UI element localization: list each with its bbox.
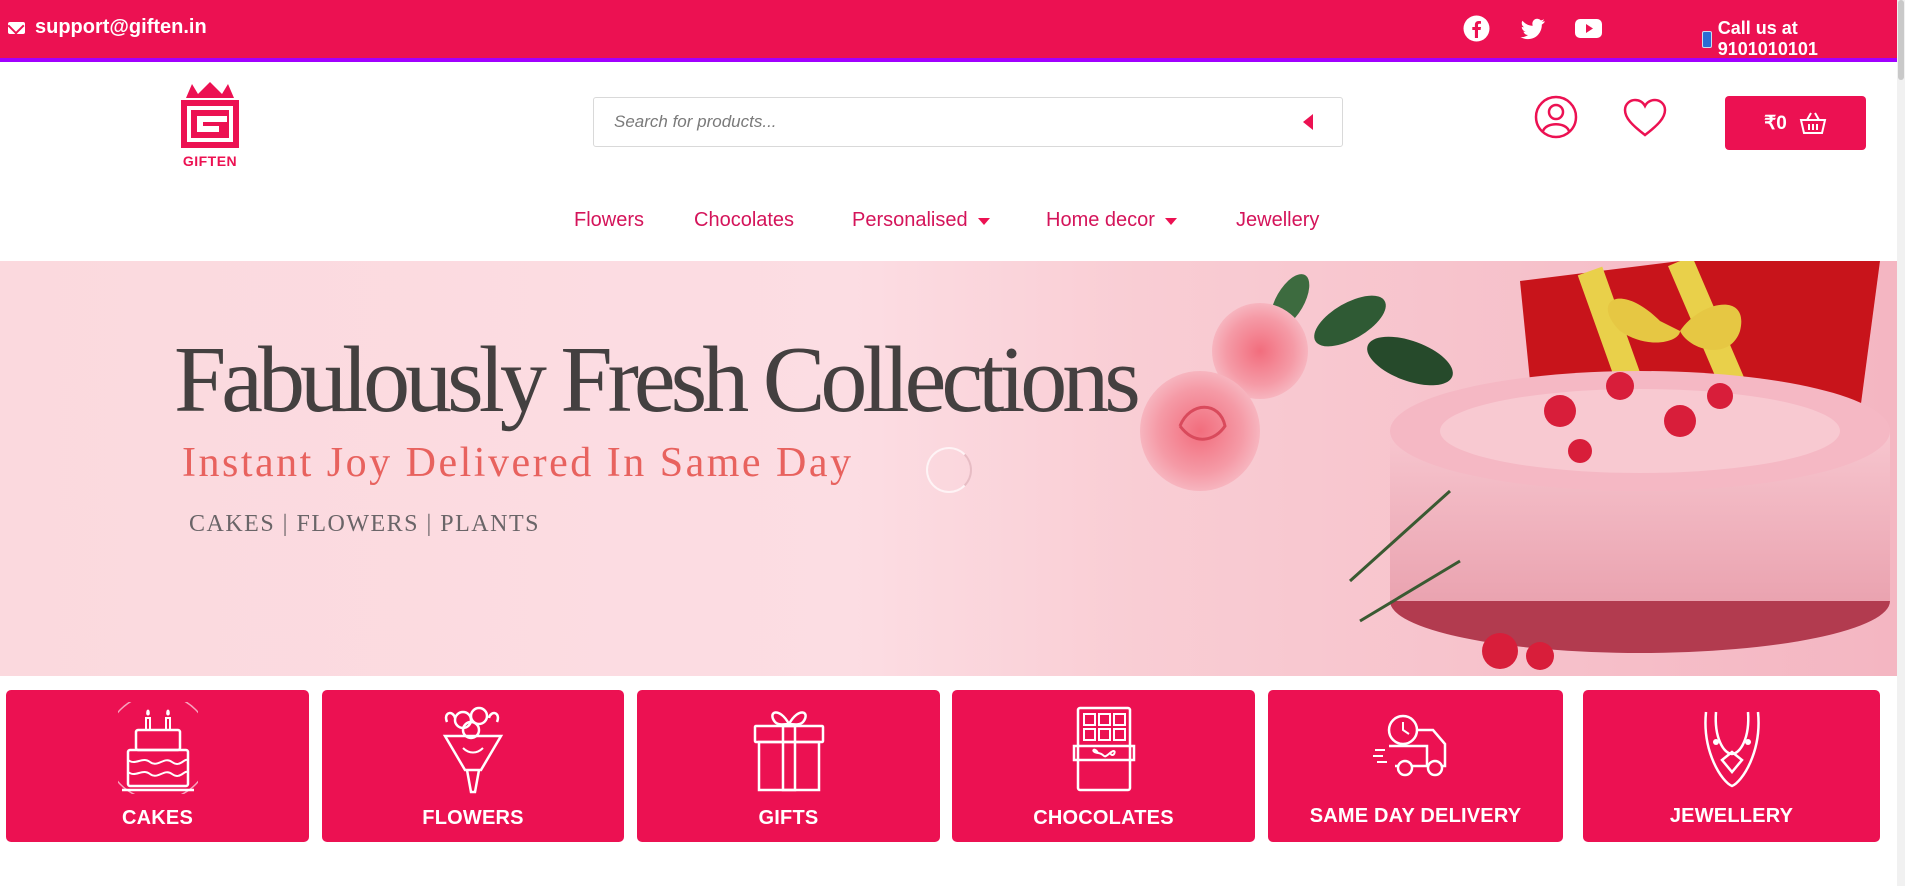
support-email-text: support@giften.in bbox=[35, 16, 207, 38]
hero-banner[interactable]: Fabulously Fresh Collections Instant Joy… bbox=[0, 261, 1897, 676]
banner-tagline: CAKES | FLOWERS | PLANTS bbox=[189, 511, 540, 537]
youtube-icon[interactable] bbox=[1574, 14, 1603, 43]
search-input[interactable] bbox=[594, 98, 1274, 146]
necklace-icon bbox=[1703, 711, 1760, 788]
user-icon bbox=[1534, 95, 1578, 139]
envelope-icon bbox=[8, 21, 25, 34]
caret-down-icon bbox=[977, 218, 990, 225]
bouquet-icon bbox=[442, 706, 504, 794]
heart-icon bbox=[1623, 98, 1667, 137]
top-bar: support@giften.in Call us at 9101010101 bbox=[0, 0, 1897, 62]
giften-logo[interactable]: GIFTEN bbox=[178, 80, 242, 172]
search-arrow-icon bbox=[1303, 114, 1313, 130]
cake-icon bbox=[117, 702, 198, 794]
category-label: GIFTS bbox=[758, 807, 819, 829]
nav-item-personalised[interactable]: Personalised bbox=[852, 209, 990, 232]
social-links bbox=[1462, 14, 1603, 43]
call-us[interactable]: Call us at 9101010101 bbox=[1702, 18, 1897, 60]
category-label: JEWELLERY bbox=[1669, 805, 1794, 827]
gift-icon bbox=[753, 711, 824, 792]
category-gifts[interactable]: GIFTS bbox=[637, 690, 940, 842]
banner-title: Fabulously Fresh Collections bbox=[174, 328, 1141, 432]
cart-amount: ₹0 bbox=[1764, 112, 1787, 134]
category-chocolates[interactable]: CHOCOLATES bbox=[952, 690, 1255, 842]
wishlist-button[interactable] bbox=[1622, 97, 1668, 139]
cart-button[interactable]: ₹0 bbox=[1725, 96, 1866, 150]
nav-item-label: Home decor bbox=[1046, 209, 1155, 231]
account-button[interactable] bbox=[1534, 95, 1578, 139]
cake-and-roses-image bbox=[1140, 261, 1890, 670]
search-button[interactable] bbox=[1274, 98, 1342, 146]
category-same-day-delivery[interactable]: SAME DAY DELIVERY bbox=[1268, 690, 1563, 842]
category-jewellery[interactable]: JEWELLERY bbox=[1583, 690, 1880, 842]
basket-icon bbox=[1799, 112, 1827, 134]
logo-text: GIFTEN bbox=[182, 153, 238, 169]
nav-item-label: Jewellery bbox=[1236, 209, 1320, 231]
call-us-text: Call us at 9101010101 bbox=[1717, 18, 1818, 59]
page: support@giften.in Call us at 9101010101 bbox=[0, 0, 1905, 886]
category-label: SAME DAY DELIVERY bbox=[1309, 805, 1522, 827]
category-label: FLOWERS bbox=[422, 807, 524, 829]
nav-item-label: Chocolates bbox=[694, 209, 795, 231]
facebook-icon[interactable] bbox=[1462, 14, 1491, 43]
main-nav: Flowers Chocolates Personalised Home dec… bbox=[0, 179, 1897, 261]
nav-item-flowers[interactable]: Flowers bbox=[574, 209, 644, 232]
category-cakes[interactable]: CAKES bbox=[6, 690, 309, 842]
twitter-icon[interactable] bbox=[1518, 14, 1547, 43]
site-header: GIFTEN ₹0 bbox=[0, 62, 1897, 179]
category-flowers[interactable]: FLOWERS bbox=[322, 690, 624, 842]
scrollbar-thumb[interactable] bbox=[1898, 0, 1904, 80]
delivery-truck-icon bbox=[1372, 714, 1446, 777]
category-label: CHOCOLATES bbox=[1033, 807, 1174, 829]
chocolate-icon bbox=[1072, 706, 1135, 792]
search-box bbox=[593, 97, 1343, 147]
caret-down-icon bbox=[1164, 218, 1177, 225]
support-email-link[interactable]: support@giften.in bbox=[8, 16, 207, 39]
nav-item-jewellery[interactable]: Jewellery bbox=[1236, 209, 1319, 232]
logo-crown-g-icon bbox=[181, 82, 239, 148]
nav-item-label: Personalised bbox=[852, 209, 968, 231]
category-label: CAKES bbox=[121, 807, 193, 829]
nav-item-label: Flowers bbox=[574, 209, 645, 231]
loading-ring-icon bbox=[926, 447, 972, 493]
scrollbar[interactable] bbox=[1897, 0, 1905, 886]
nav-item-chocolates[interactable]: Chocolates bbox=[694, 209, 794, 232]
mobile-phone-icon bbox=[1702, 30, 1712, 48]
banner-subtitle: Instant Joy Delivered In Same Day bbox=[182, 440, 854, 486]
nav-item-home-decor[interactable]: Home decor bbox=[1046, 209, 1177, 232]
